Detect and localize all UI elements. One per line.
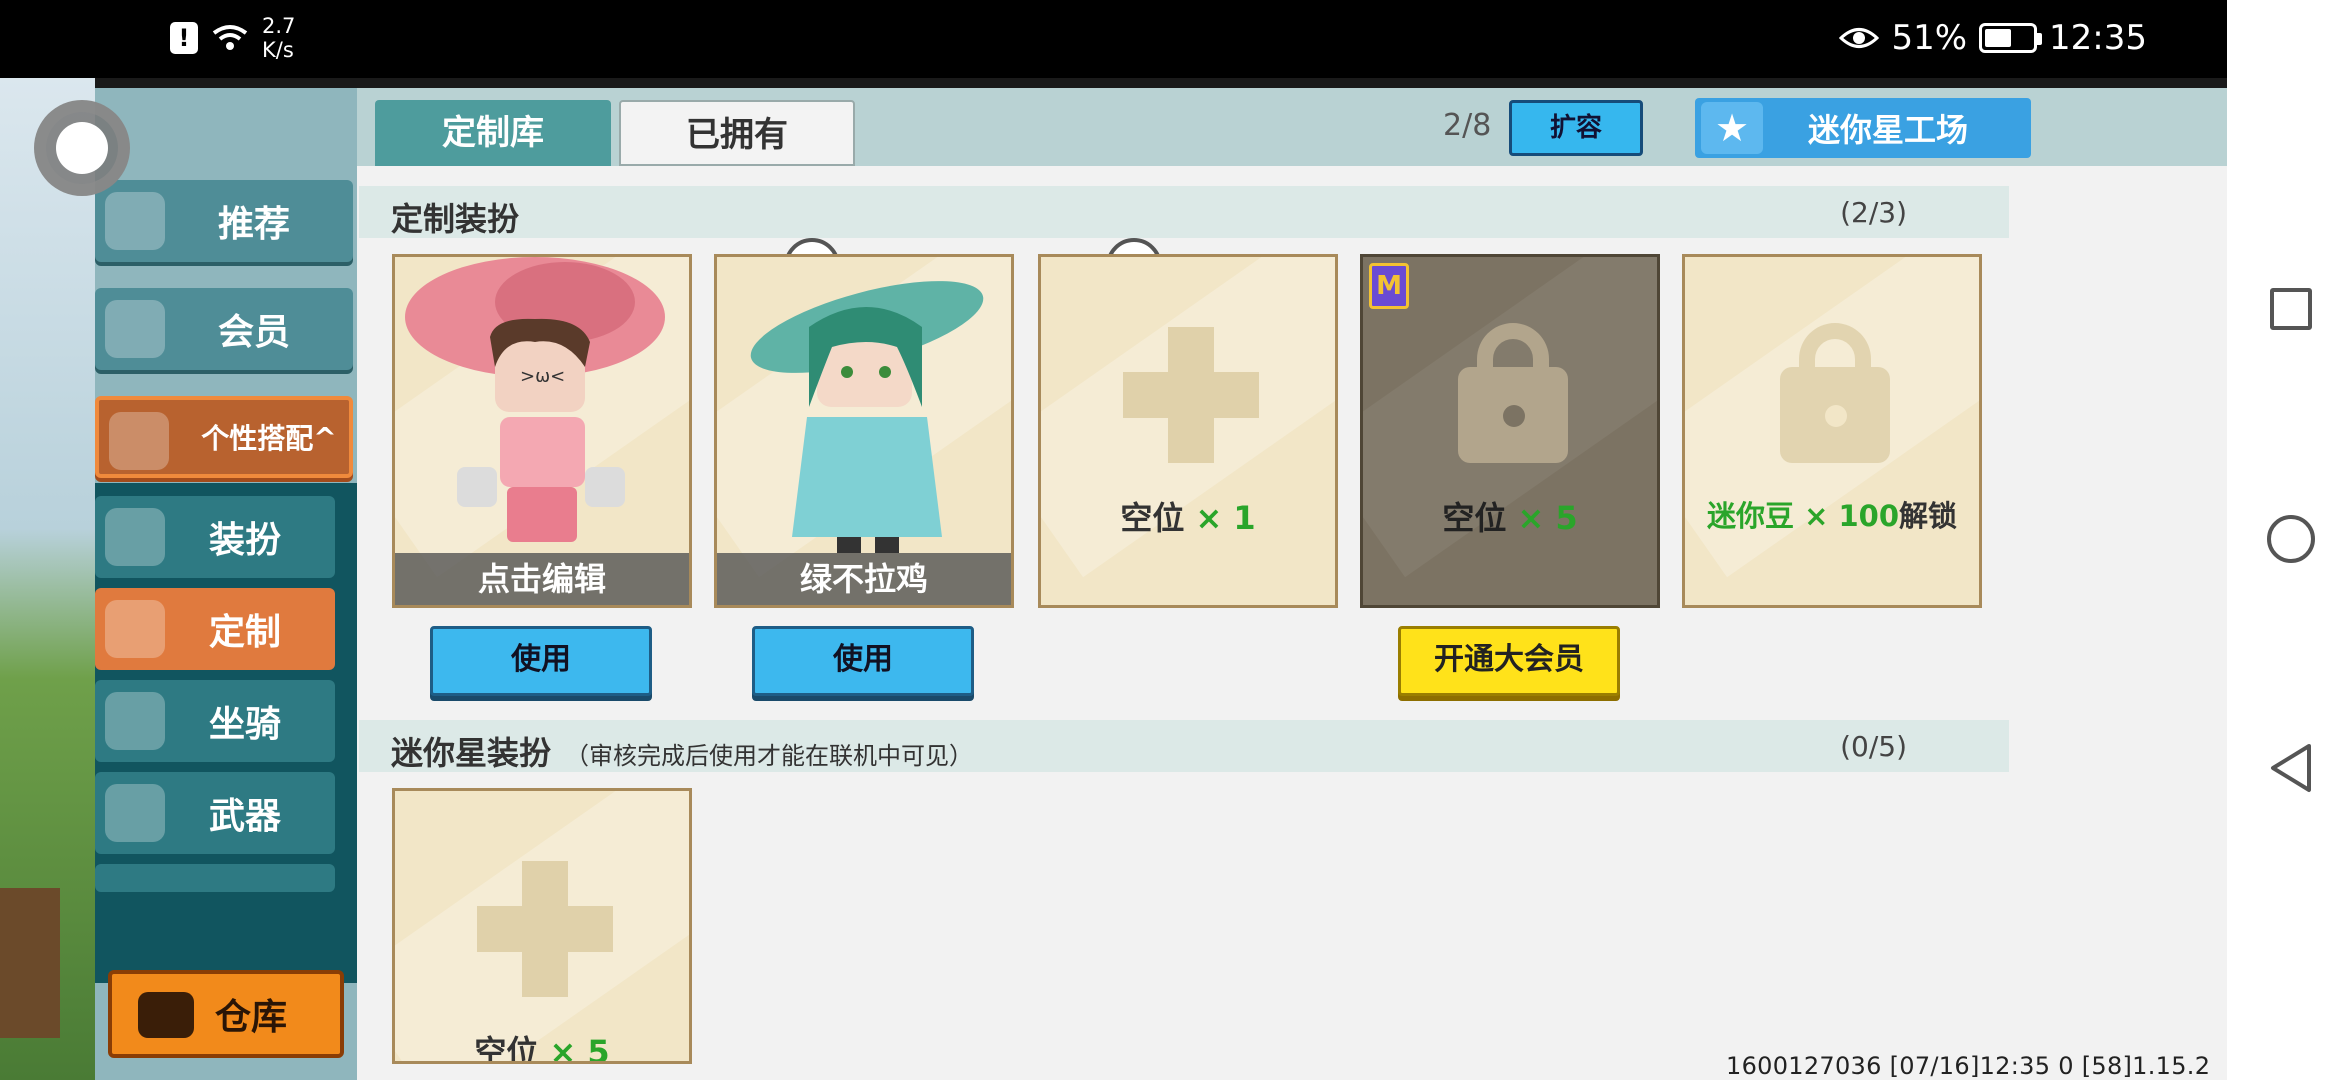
recents-icon[interactable] — [2270, 288, 2312, 330]
slot-label: 空位 × 5 — [395, 1027, 689, 1064]
slot-caption: 绿不拉鸡 — [717, 553, 1011, 605]
sidebar-item-label: 会员 — [217, 312, 290, 353]
custom-slot-1[interactable]: >ω< 点击编辑 — [392, 254, 692, 608]
use-button[interactable]: 使用 — [752, 626, 974, 696]
slot-label: 迷你豆 × 100解锁 — [1685, 493, 1979, 535]
clock: 12:35 — [2049, 18, 2147, 58]
status-left: ! 2.7 K/s — [170, 14, 295, 62]
workshop-button[interactable]: ★ 迷你星工场 — [1695, 98, 2031, 158]
slot-label-text: 空位 — [474, 1033, 539, 1064]
chevron-up-icon: ^ — [313, 420, 337, 454]
alert-icon: ! — [170, 22, 198, 54]
section-count: (2/3) — [1840, 196, 1907, 229]
slot-qty: × 5 — [549, 1033, 610, 1064]
capacity-count: 2/8 — [1443, 108, 1492, 143]
network-speed-value: 2.7 — [262, 14, 296, 38]
star-slot-empty[interactable]: 空位 × 5 — [392, 788, 692, 1064]
warehouse-label: 仓库 — [214, 997, 287, 1038]
main-panel: 定制库 已拥有 2/8 扩容 ★ 迷你星工场 定制装扮 (2/3) >ω< 点击… — [357, 88, 2227, 1080]
network-speed-unit: K/s — [262, 38, 294, 62]
section-title: 迷你星装扮 （审核完成后使用才能在联机中可见） — [391, 728, 973, 774]
section-count: (0/5) — [1840, 730, 1907, 763]
use-button[interactable]: 使用 — [430, 626, 652, 696]
sidebar: 推荐 会员 个性搭配 ^ 装扮 定制 坐骑 武器 — [95, 88, 357, 1080]
game-background — [0, 78, 95, 1080]
thumbs-up-icon — [105, 192, 165, 250]
slot-caption: 点击编辑 — [395, 553, 689, 605]
slot-label-text: 空位 — [1442, 499, 1507, 537]
sidebar-item-personal-style[interactable]: 个性搭配 ^ — [95, 396, 353, 478]
expand-button[interactable]: 扩容 — [1509, 100, 1643, 156]
mount-icon — [105, 692, 165, 750]
slot-qty: × 5 — [1517, 499, 1578, 537]
plus-icon-bar — [477, 906, 613, 952]
sidebar-item-mount[interactable]: 坐骑 — [95, 680, 335, 762]
section-title-text: 迷你星装扮 — [391, 734, 552, 772]
svg-text:>ω<: >ω< — [520, 366, 565, 387]
slot-label-text: 空位 — [1120, 499, 1185, 537]
sidebar-item-more[interactable] — [95, 864, 335, 892]
star-icon: ★ — [1701, 102, 1763, 154]
custom-section-header: 定制装扮 (2/3) — [359, 186, 2009, 238]
slot-currency: 迷你豆 — [1706, 499, 1794, 533]
custom-slot-2[interactable]: 绿不拉鸡 — [714, 254, 1014, 608]
sidebar-item-label: 定制 — [208, 612, 281, 653]
wifi-icon — [210, 21, 250, 55]
workshop-label: 迷你星工场 — [1807, 111, 1968, 149]
home-icon[interactable] — [2267, 515, 2315, 563]
status-bar: ! 2.7 K/s 51% 12:35 — [0, 0, 2227, 78]
lock-icon-hole — [1825, 405, 1847, 427]
avatar-pink-image: >ω< — [405, 257, 665, 542]
custom-slot-bean-locked[interactable]: 迷你豆 × 100解锁 — [1682, 254, 1982, 608]
sidebar-item-custom[interactable]: 定制 — [95, 588, 335, 670]
footer-info: 1600127036 [07/16]12:35 0 [58]1.15.2 — [1726, 1052, 2211, 1080]
section-title: 定制装扮 — [391, 200, 520, 238]
navigation-bar — [2227, 0, 2340, 1080]
warehouse-button[interactable]: 仓库 — [108, 970, 344, 1058]
tab-custom-library[interactable]: 定制库 — [375, 100, 611, 166]
section-note: （审核完成后使用才能在联机中可见） — [565, 742, 974, 770]
sidebar-item-label: 装扮 — [208, 520, 281, 561]
gun-icon — [105, 784, 165, 842]
custom-slot-empty[interactable]: 空位 × 1 — [1038, 254, 1338, 608]
sidebar-item-label: 推荐 — [217, 204, 290, 245]
sidebar-item-label: 个性搭配 — [201, 422, 314, 455]
tab-owned[interactable]: 已拥有 — [619, 100, 855, 166]
custom-slot-vip-locked[interactable]: M 空位 × 5 — [1360, 254, 1660, 608]
avatar-green-image — [750, 281, 984, 553]
plus-icon-bar — [1123, 372, 1259, 418]
floating-assistant-button[interactable] — [34, 100, 130, 196]
sidebar-item-weapon[interactable]: 武器 — [95, 772, 335, 854]
slot-qty: × 1 — [1195, 499, 1256, 537]
pencil-icon — [105, 600, 165, 658]
background-block — [0, 888, 60, 1038]
back-icon[interactable] — [2267, 742, 2315, 794]
network-speed: 2.7 K/s — [262, 14, 295, 62]
sidebar-item-label: 武器 — [208, 796, 281, 837]
slot-label: 空位 × 5 — [1363, 493, 1657, 539]
slot-label: 空位 × 1 — [1041, 493, 1335, 539]
slot-qty: × 100 — [1804, 499, 1900, 533]
star-section-header: 迷你星装扮 （审核完成后使用才能在联机中可见） (0/5) — [359, 720, 2009, 772]
sidebar-item-vip[interactable]: 会员 — [95, 288, 353, 370]
vip-badge: M — [1369, 263, 1409, 309]
battery-percent: 51% — [1891, 18, 1968, 58]
vip-icon — [105, 300, 165, 358]
sidebar-item-outfit[interactable]: 装扮 — [95, 496, 335, 578]
trophy-icon — [109, 412, 169, 470]
shirt-icon — [105, 508, 165, 566]
status-right: 51% 12:35 — [1839, 18, 2147, 58]
eye-icon — [1839, 28, 1880, 48]
lock-icon-hole — [1503, 405, 1525, 427]
sidebar-item-label: 坐骑 — [208, 704, 281, 745]
open-vip-button[interactable]: 开通大会员 — [1398, 626, 1620, 696]
top-bar: 定制库 已拥有 2/8 扩容 ★ 迷你星工场 — [357, 88, 2227, 166]
sidebar-item-recommend[interactable]: 推荐 — [95, 180, 353, 262]
chest-icon — [138, 992, 194, 1038]
slot-suffix: 解锁 — [1899, 499, 1958, 533]
battery-icon — [1979, 23, 2043, 53]
